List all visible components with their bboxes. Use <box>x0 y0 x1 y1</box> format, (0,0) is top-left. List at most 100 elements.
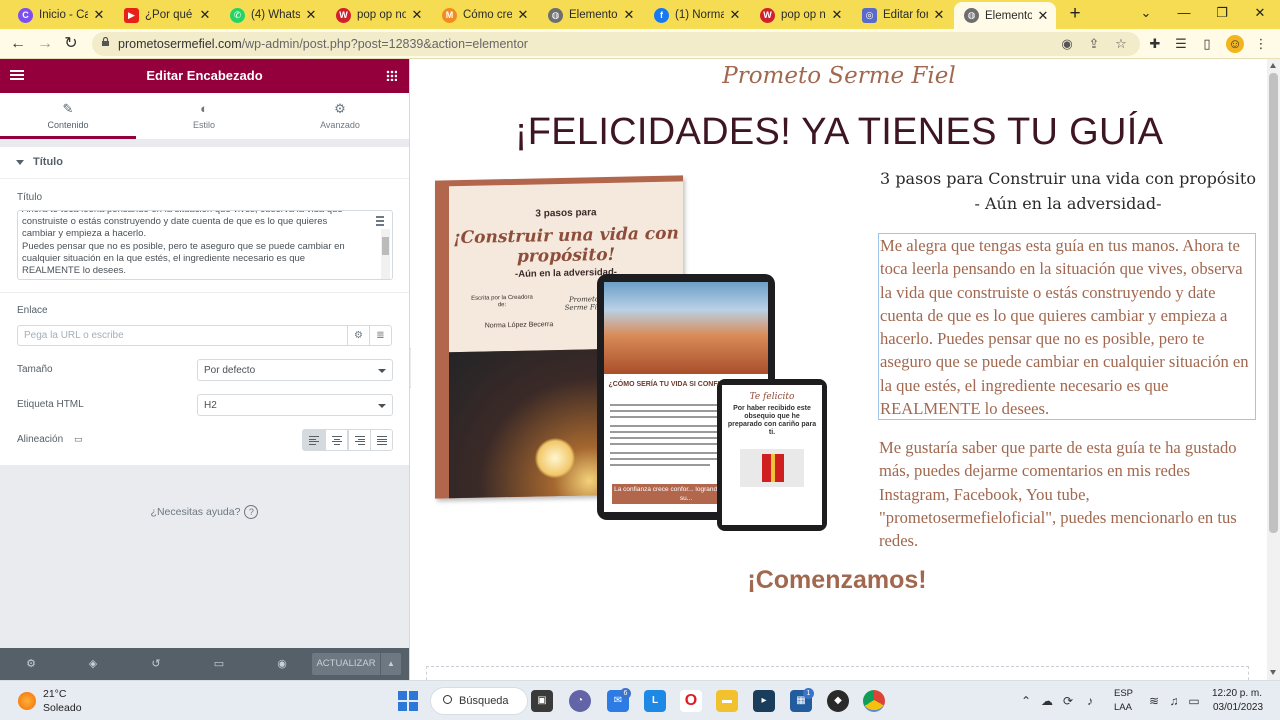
size-select[interactable]: Por defecto <box>197 359 393 381</box>
windows-start-icon[interactable] <box>398 691 418 711</box>
onedrive-cloud-icon[interactable]: ☁ <box>1039 693 1055 709</box>
tab-close-icon[interactable]: ✕ <box>1036 8 1050 24</box>
minimize-icon[interactable]: — <box>1166 2 1202 24</box>
taskbar-search[interactable]: Búsqueda <box>430 687 528 715</box>
responsive-mode-icon[interactable]: ▭ <box>212 657 226 671</box>
extensions-puzzle-icon[interactable]: ✚ <box>1146 35 1164 53</box>
weather-temperature[interactable]: 21°C <box>43 688 66 700</box>
responsive-desktop-icon[interactable]: ▭ <box>74 434 83 444</box>
chevron-up-icon[interactable]: ▲ <box>381 653 401 675</box>
help-link[interactable]: ¿Necesitas ayuda?? <box>0 505 409 519</box>
weather-description[interactable]: Soleado <box>43 702 82 714</box>
volume-icon[interactable]: ♫ <box>1166 693 1182 709</box>
tab-close-icon[interactable]: ✕ <box>932 7 946 23</box>
update-button[interactable]: ACTUALIZAR <box>312 653 380 675</box>
tab-close-icon[interactable]: ✕ <box>830 7 844 23</box>
browser-tab[interactable]: ▶ ¿Por qué no ✕ <box>114 3 218 27</box>
browser-tab[interactable]: ◎ Editar form ✕ <box>852 3 952 27</box>
section-toggle-titulo[interactable]: Título <box>0 147 409 179</box>
forward-arrow-icon[interactable]: → <box>34 33 56 55</box>
url-text[interactable]: prometosermefiel.com/wp-admin/post.php?p… <box>118 37 528 51</box>
tab-search-chevron-icon[interactable]: ⌄ <box>1128 2 1164 24</box>
file-explorer-icon[interactable]: ▬ <box>716 690 738 712</box>
browser-tab[interactable]: W pop op no ✕ <box>326 3 430 27</box>
clock-date[interactable]: 03/01/2023 <box>1213 702 1263 713</box>
scroll-down-arrow-icon[interactable] <box>1270 670 1276 675</box>
align-justify-button[interactable] <box>370 429 393 451</box>
html-tag-select[interactable]: H2 <box>197 394 393 416</box>
tab-close-icon[interactable]: ✕ <box>198 7 212 23</box>
dynamic-tags-icon[interactable] <box>372 214 388 228</box>
new-tab-plus-icon[interactable]: + <box>1064 3 1086 25</box>
selected-heading-widget[interactable]: Me alegra que tengas esta guía en tus ma… <box>878 233 1256 420</box>
terminal-app-icon[interactable]: ▸ <box>753 690 775 712</box>
cta-heading[interactable]: ¡Comenzamos! <box>741 566 933 595</box>
tab-close-icon[interactable]: ✕ <box>622 7 636 23</box>
browser-tab[interactable]: C Inicio - Can ✕ <box>8 3 112 27</box>
star-icon[interactable]: ☆ <box>1113 36 1129 52</box>
browser-tab[interactable]: ◍ Elementor ✕ <box>538 3 642 27</box>
microphone-icon[interactable]: ♪ <box>1082 693 1098 709</box>
scrollbar-thumb[interactable] <box>1269 73 1278 533</box>
align-left-button[interactable] <box>302 429 325 451</box>
reload-icon[interactable]: ↻ <box>60 33 82 55</box>
tab-close-icon[interactable]: ✕ <box>728 7 742 23</box>
navigator-layers-icon[interactable]: ◈ <box>86 657 100 671</box>
title-textarea-value[interactable]: Ahora te toca leerla pensando en la situ… <box>22 211 366 277</box>
side-panel-icon[interactable]: ▯ <box>1198 35 1216 53</box>
browser-tab[interactable]: M Cómo crea ✕ <box>432 3 536 27</box>
textarea-scrollbar[interactable] <box>381 229 390 279</box>
teams-chat-icon[interactable]: ◔ <box>569 690 591 712</box>
title-textarea[interactable]: Ahora te toca leerla pensando en la situ… <box>17 210 393 280</box>
scroll-up-arrow-icon[interactable] <box>1270 63 1276 68</box>
browser-tab[interactable]: W pop op no ✕ <box>750 3 850 27</box>
profile-avatar-icon[interactable]: ☺ <box>1226 35 1244 53</box>
app-icon[interactable]: ◆ <box>827 690 849 712</box>
align-right-button[interactable] <box>348 429 371 451</box>
tab-avanzado[interactable]: ⚙ Avanzado <box>272 93 408 139</box>
sun-weather-icon[interactable] <box>18 692 36 710</box>
address-bar[interactable]: prometosermefiel.com/wp-admin/post.php?p… <box>92 32 1140 56</box>
history-icon[interactable]: ↺ <box>149 657 163 671</box>
clock-time[interactable]: 12:20 p. m. <box>1212 688 1262 699</box>
input-layout[interactable]: LAA <box>1114 702 1132 713</box>
link-input[interactable]: Pega la URL o escribe <box>17 325 348 346</box>
chrome-icon[interactable] <box>863 690 885 712</box>
input-language[interactable]: ESP <box>1114 688 1133 699</box>
tab-close-icon[interactable]: ✕ <box>516 7 530 23</box>
maximize-icon[interactable]: ❐ <box>1204 2 1240 24</box>
tab-close-icon[interactable]: ✕ <box>410 7 424 23</box>
link-options-gear-icon[interactable]: ⚙ <box>347 325 370 346</box>
body-paragraph[interactable]: Me gustaría saber que parte de esta guía… <box>879 436 1257 552</box>
back-arrow-icon[interactable]: ← <box>7 33 29 55</box>
browser-tab-active[interactable]: ◍ Elementor ✕ <box>954 2 1056 29</box>
media-playlist-icon[interactable]: ☰ <box>1172 35 1190 53</box>
opera-icon[interactable]: O <box>680 690 702 712</box>
tab-close-icon[interactable]: ✕ <box>92 7 106 23</box>
widgets-grid-icon[interactable] <box>386 70 397 81</box>
eye-icon[interactable]: ◉ <box>1059 36 1075 52</box>
page-headline[interactable]: ¡FELICIDADES! YA TIENES TU GUÍA <box>411 111 1267 154</box>
page-scrollbar[interactable] <box>1267 59 1280 680</box>
browser-tab[interactable]: ✆ (4) WhatsAp ✕ <box>220 3 324 27</box>
tray-chevron-up-icon[interactable]: ⌃ <box>1018 693 1034 709</box>
kebab-menu-icon[interactable]: ⋮ <box>1252 35 1270 53</box>
task-view-icon[interactable]: ▣ <box>531 690 553 712</box>
guide-subtitle[interactable]: 3 pasos para Construir una vida con prop… <box>874 166 1262 216</box>
battery-icon[interactable]: ▭ <box>1186 693 1202 709</box>
empty-section-placeholder[interactable] <box>426 666 1249 680</box>
browser-tab[interactable]: f (1) Norma ✕ <box>644 3 748 27</box>
sync-icon[interactable]: ⟳ <box>1060 693 1076 709</box>
align-center-button[interactable] <box>325 429 348 451</box>
link-dynamic-tags-icon[interactable]: ≣ <box>369 325 392 346</box>
share-icon[interactable]: ⇪ <box>1086 36 1102 52</box>
l-app-icon[interactable]: L <box>644 690 666 712</box>
settings-gear-icon[interactable]: ⚙ <box>24 657 38 671</box>
tab-contenido[interactable]: ✎ Contenido <box>0 93 136 139</box>
tab-estilo[interactable]: ◐ Estilo <box>136 93 272 139</box>
scrollbar-thumb[interactable] <box>382 237 389 255</box>
wifi-icon[interactable]: ≋ <box>1146 693 1162 709</box>
close-window-icon[interactable]: ✕ <box>1242 2 1278 24</box>
tab-close-icon[interactable]: ✕ <box>304 7 318 23</box>
preview-eye-icon[interactable]: ◉ <box>275 657 289 671</box>
